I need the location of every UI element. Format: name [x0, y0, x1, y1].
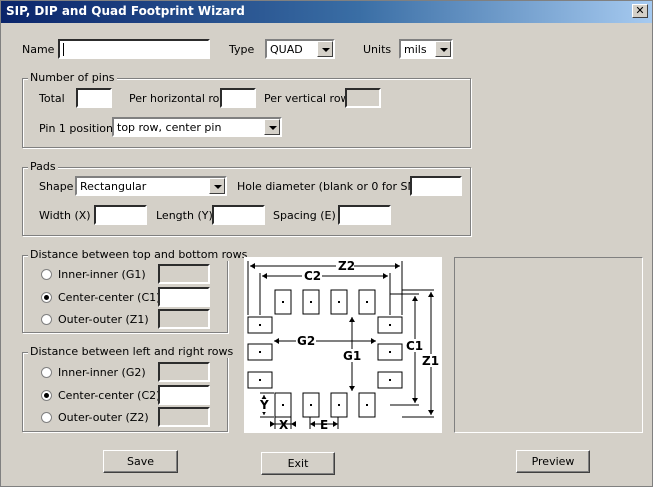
window-title: SIP, DIP and Quad Footprint Wizard	[6, 4, 245, 18]
width-input[interactable]	[94, 205, 147, 225]
length-input[interactable]	[212, 205, 265, 225]
pins-group-title: Number of pins	[28, 71, 117, 84]
radio-z1-label[interactable]: Outer-outer (Z1)	[58, 313, 149, 326]
footprint-diagram: Z2 C2 G2 G1 C1 Z1 Y X E	[244, 257, 442, 433]
per-horizontal-row-input[interactable]	[220, 88, 256, 108]
c2-dim-label: C2	[304, 269, 321, 283]
wizard-window: SIP, DIP and Quad Footprint Wizard ✕ Nam…	[0, 0, 653, 487]
per-vertical-row-label: Per vertical row	[264, 92, 350, 105]
g2-dim-label: G2	[297, 334, 315, 348]
z2-dim-label: Z2	[338, 259, 355, 273]
radio-c1-label[interactable]: Center-center (C1)	[58, 291, 160, 304]
total-label: Total	[39, 92, 65, 105]
radio-z2-label[interactable]: Outer-outer (Z2)	[58, 411, 149, 424]
radio-g1-label[interactable]: Inner-inner (G1)	[58, 268, 146, 281]
total-pins-input[interactable]	[76, 88, 112, 108]
radio-g2-label[interactable]: Inner-inner (G2)	[58, 366, 146, 379]
hole-diameter-label: Hole diameter (blank or 0 for SMT)	[237, 180, 428, 193]
width-label: Width (X)	[39, 209, 91, 222]
radio-c2[interactable]	[41, 390, 52, 401]
length-label: Length (Y)	[156, 209, 213, 222]
e-dim-label: E	[320, 418, 328, 432]
radio-c2-label[interactable]: Center-center (C2)	[58, 389, 160, 402]
c1-dim-label: C1	[406, 339, 423, 353]
g1-dim-label: G1	[343, 349, 361, 363]
g1-input	[158, 264, 210, 284]
text-cursor	[63, 43, 64, 56]
radio-g2[interactable]	[41, 367, 52, 378]
spacing-label: Spacing (E)	[273, 209, 336, 222]
radio-c1[interactable]	[41, 292, 52, 303]
chevron-down-icon[interactable]	[435, 41, 451, 57]
pin1-position-select[interactable]: top row, center pin	[112, 117, 282, 137]
type-label: Type	[229, 43, 255, 56]
hole-diameter-input[interactable]	[410, 176, 462, 196]
shape-select[interactable]: Rectangular	[75, 176, 227, 196]
pin1-position-label: Pin 1 position	[39, 122, 113, 135]
x-dim-label: X	[279, 418, 289, 432]
chevron-down-icon[interactable]	[317, 41, 333, 57]
save-button[interactable]: Save	[103, 450, 178, 473]
radio-g1[interactable]	[41, 269, 52, 280]
c2-input[interactable]	[158, 385, 210, 405]
chevron-down-icon[interactable]	[209, 178, 225, 194]
footprint-diagram-svg: Z2 C2 G2 G1 C1 Z1 Y X E	[247, 259, 441, 432]
units-label: Units	[363, 43, 392, 56]
exit-button[interactable]: Exit	[261, 452, 335, 475]
radio-z1[interactable]	[41, 314, 52, 325]
g2-input	[158, 362, 210, 382]
shape-label: Shape	[39, 180, 74, 193]
pads-group-title: Pads	[28, 160, 58, 173]
close-icon: ✕	[635, 4, 645, 17]
radio-z2[interactable]	[41, 412, 52, 423]
left-right-distance-title: Distance between left and right rows	[28, 345, 236, 358]
y-dim-label: Y	[259, 398, 269, 412]
z1-dim-label: Z1	[422, 354, 439, 368]
c1-input[interactable]	[158, 287, 210, 307]
close-button[interactable]: ✕	[632, 4, 648, 18]
type-select[interactable]: QUAD	[265, 39, 335, 59]
per-vertical-row-input	[345, 88, 381, 108]
top-bottom-distance-title: Distance between top and bottom rows	[28, 248, 250, 261]
z1-input	[158, 309, 210, 329]
spacing-input[interactable]	[338, 205, 391, 225]
chevron-down-icon[interactable]	[264, 119, 280, 135]
z2-input	[158, 407, 210, 427]
preview-pane	[454, 257, 643, 433]
per-horizontal-row-label: Per horizontal row	[129, 92, 229, 105]
units-select[interactable]: mils	[399, 39, 453, 59]
preview-button[interactable]: Preview	[516, 450, 590, 473]
title-bar: SIP, DIP and Quad Footprint Wizard ✕	[1, 1, 652, 23]
name-input[interactable]	[58, 39, 210, 59]
name-label: Name	[22, 43, 55, 56]
